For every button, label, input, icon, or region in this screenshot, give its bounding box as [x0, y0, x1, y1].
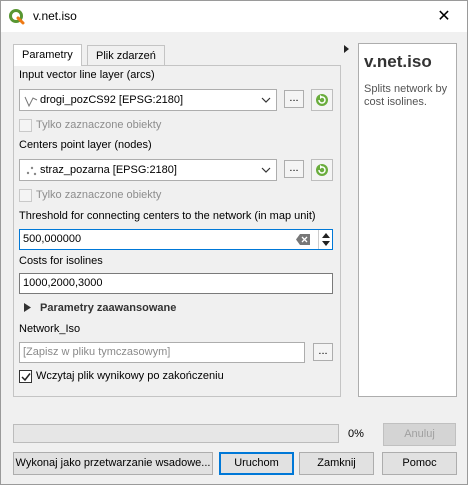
open-output-label: Wczytaj plik wynikowy po zakończeniu [36, 370, 224, 382]
close-button[interactable]: Zamknij [299, 452, 374, 475]
batch-process-button[interactable]: Wykonaj jako przetwarzanie wsadowe... [13, 452, 213, 475]
open-output-checkbox[interactable] [19, 370, 32, 383]
tab-plik-zdarzen[interactable]: Plik zdarzeń [87, 45, 165, 66]
centers-layer-combo[interactable]: straz_pozarna [EPSG:2180] [19, 159, 277, 181]
output-label: Network_Iso [19, 323, 81, 335]
output-browse-button[interactable]: ... [313, 343, 333, 361]
selected-only-label-1: Tylko zaznaczone obiekty [36, 119, 162, 131]
selected-only-label-2: Tylko zaznaczone obiekty [36, 189, 162, 201]
spin-buttons[interactable] [318, 230, 332, 249]
spin-down-icon[interactable] [322, 241, 330, 247]
close-window-button[interactable]: ✕ [421, 1, 467, 32]
refresh-icon [316, 94, 328, 106]
centers-layer-iterate-button[interactable] [311, 159, 333, 181]
input-layer-browse-button[interactable]: ... [284, 90, 304, 108]
threshold-spinbox[interactable]: 500,000000 [19, 229, 333, 250]
selected-only-checkbox-2[interactable] [19, 189, 32, 202]
centers-layer-browse-button[interactable]: ... [284, 160, 304, 178]
qgis-logo-icon [9, 9, 25, 25]
progress-bar [13, 424, 339, 443]
run-button[interactable]: Uruchom [219, 452, 294, 475]
costs-label: Costs for isolines [19, 255, 103, 267]
collapse-arrow-icon[interactable] [344, 45, 350, 53]
threshold-value: 500,000000 [23, 233, 82, 245]
advanced-params-toggle[interactable]: Parametry zaawansowane [40, 302, 176, 314]
clear-icon[interactable] [296, 234, 310, 245]
input-layer-combo[interactable]: drogi_pozCS92 [EPSG:2180] [19, 89, 277, 111]
cancel-button[interactable]: Anuluj [383, 423, 456, 446]
help-panel: v.net.iso Splits network by cost isoline… [358, 43, 457, 397]
expand-arrow-icon[interactable] [24, 303, 31, 312]
chevron-down-icon [261, 167, 271, 173]
window-title: v.net.iso [33, 9, 77, 23]
help-title: v.net.iso [364, 52, 432, 71]
title-bar: v.net.iso ✕ [1, 1, 467, 32]
threshold-label: Threshold for connecting centers to the … [19, 210, 316, 222]
help-description: Splits network by cost isolines. [364, 83, 448, 108]
refresh-icon [316, 164, 328, 176]
output-file-field[interactable]: [Zapisz w pliku tymczasowym] [19, 342, 305, 363]
help-button[interactable]: Pomoc [382, 452, 457, 475]
point-layer-icon [26, 166, 37, 176]
tab-parametry[interactable]: Parametry [13, 44, 82, 66]
dialog-window: v.net.iso ✕ Parametry Plik zdarzeń Input… [0, 0, 468, 485]
progress-label: 0% [348, 428, 364, 440]
input-layer-iterate-button[interactable] [311, 89, 333, 111]
centers-layer-value: straz_pozarna [EPSG:2180] [40, 164, 177, 176]
costs-input[interactable]: 1000,2000,3000 [19, 273, 333, 294]
input-layer-value: drogi_pozCS92 [EPSG:2180] [40, 94, 184, 106]
input-layer-label: Input vector line layer (arcs) [19, 69, 155, 81]
output-placeholder: [Zapisz w pliku tymczasowym] [23, 346, 171, 358]
spin-up-icon[interactable] [322, 232, 330, 238]
selected-only-checkbox-1[interactable] [19, 119, 32, 132]
checkmark-icon [21, 373, 31, 382]
chevron-down-icon [261, 97, 271, 103]
centers-layer-label: Centers point layer (nodes) [19, 139, 152, 151]
costs-value: 1000,2000,3000 [23, 277, 103, 289]
line-layer-icon [24, 96, 38, 108]
